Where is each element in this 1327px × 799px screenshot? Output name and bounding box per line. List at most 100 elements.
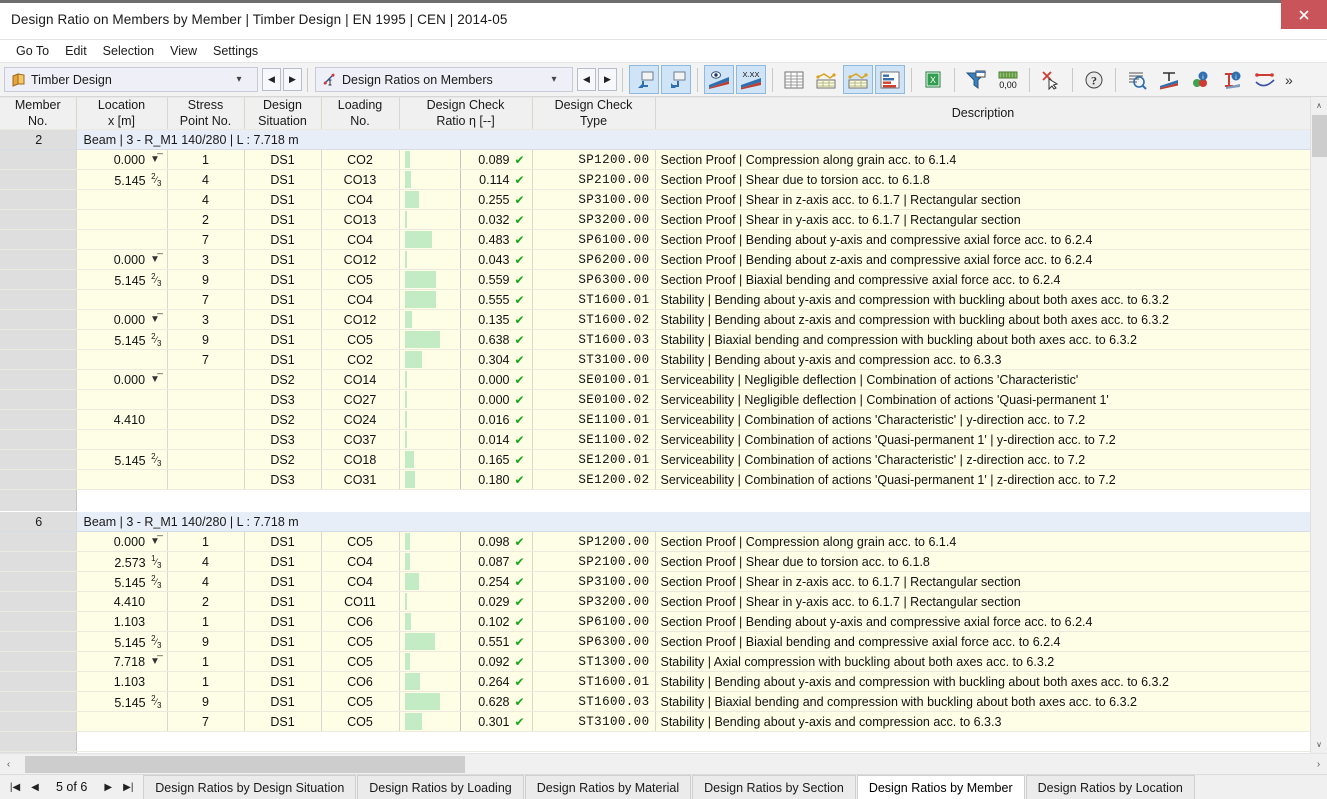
vertical-scroll-track[interactable] [1311,157,1327,736]
deformation-icon[interactable] [1250,65,1280,94]
tab-design-ratios-by-section[interactable]: Design Ratios by Section [692,775,856,799]
table-row[interactable]: 4.410 DS2 CO24 0.016 ✔ SE1100.01 Serviceabili… [0,409,1310,431]
filter-icon[interactable] [961,65,991,94]
table-row[interactable]: 0.000 ▼̅ 1 DS1 CO2 0.089 ✔ SP1200.00 Section Pr… [0,149,1310,171]
toolbar-overflow-button[interactable]: » [1281,72,1297,88]
find-icon[interactable] [1122,65,1152,94]
table-selector-combo[interactable]: Design Ratios on Members ▾ [315,67,573,92]
table-row[interactable]: DS3 CO31 0.180 ✔ SE1200.02 Serviceability | C… [0,469,1310,491]
table-row[interactable]: 7.718 ▼̅ 1 DS1 CO5 0.092 ✔ ST1300.00 Stability … [0,651,1310,673]
show-results-icon[interactable] [704,65,734,94]
table-row[interactable]: 7 DS1 CO2 0.304 ✔ ST3100.00 Stability | Bendin… [0,349,1310,371]
pager-last-button[interactable]: ▶| [119,776,137,798]
vertical-scroll-thumb[interactable] [1311,115,1327,157]
table-row[interactable]: 5.145 2⁄3 9 DS1 CO5 0.638 ✔ ST1600.03 Stability… [0,329,1310,351]
table-row[interactable]: 0.000 ▼̅ 3 DS1 CO12 0.043 ✔ SP6200.00 Section P… [0,249,1310,271]
column-header-design-check-type[interactable]: Design Check Type [532,97,656,131]
stress-point-icon[interactable] [1154,65,1184,94]
tab-design-ratios-by-member[interactable]: Design Ratios by Member [856,775,1025,799]
horizontal-scroll-thumb[interactable] [25,755,465,773]
table-row[interactable]: 0.000 ▼̅ 1 DS1 CO5 0.098 ✔ SP1200.00 Section Pr… [0,531,1310,553]
table-row[interactable]: 5.145 2⁄3 9 DS1 CO5 0.628 ✔ ST1600.03 Stability… [0,691,1310,713]
show-values-icon[interactable]: X.XX [736,65,766,94]
chevron-down-icon[interactable]: ▾ [547,74,561,85]
help-icon[interactable]: ? [1079,65,1109,94]
menu-item-selection[interactable]: Selection [95,42,162,60]
group-header-row[interactable]: 2 Beam | 3 - R_M1 140/280 | L : 7.718 m [0,129,1310,151]
column-header-stress-point-no[interactable]: Stress Point No. [167,97,245,131]
export-excel-icon[interactable]: X [918,65,948,94]
table-row[interactable]: 2 DS1 CO13 0.032 ✔ SP3200.00 Section Proof | S… [0,209,1310,231]
ratio-bar-track [404,632,461,651]
table-row[interactable]: 7 DS1 CO4 0.483 ✔ SP6100.00 Section Proof | Be… [0,229,1310,251]
tab-design-ratios-by-location[interactable]: Design Ratios by Location [1025,775,1195,799]
table-row[interactable]: 5.145 2⁄3 9 DS1 CO5 0.559 ✔ SP6300.00 Section P… [0,269,1310,291]
scroll-down-button[interactable]: ∨ [1310,736,1327,753]
pager-next-button[interactable]: ▶ [99,776,117,798]
menu-item-go-to[interactable]: Go To [8,42,57,60]
table-row[interactable]: 4 DS1 CO4 0.255 ✔ SP3100.00 Section Proof | Sh… [0,189,1310,211]
tab-design-ratios-by-material[interactable]: Design Ratios by Material [524,775,692,799]
module-next-button[interactable]: ▶ [283,68,302,91]
module-selector-combo[interactable]: Timber Design ▾ [4,67,258,92]
table-row[interactable]: DS3 CO37 0.014 ✔ SE1100.02 Serviceability | C… [0,429,1310,451]
table-row[interactable]: 7 DS1 CO4 0.555 ✔ ST1600.01 Stability | Bendin… [0,289,1310,311]
close-window-button[interactable] [1281,0,1327,29]
check-ok-icon: ✔ [514,654,525,669]
table-row[interactable]: 4.410 2 DS1 CO11 0.029 ✔ SP3200.00 Section Pro… [0,591,1310,613]
table-next-button[interactable]: ▶ [598,68,617,91]
table-row-chart-2-icon[interactable] [843,65,873,94]
menu-item-edit[interactable]: Edit [57,42,95,60]
table-row[interactable]: DS3 CO27 0.000 ✔ SE0100.02 Serviceability | N… [0,389,1310,411]
horizontal-scroll-track[interactable] [17,754,1310,775]
design-check-type-cell: SP1200.00 [532,531,656,553]
column-header-member-no[interactable]: Member No. [0,97,77,131]
section-info-icon[interactable]: i [1218,65,1248,94]
table-row[interactable]: 1.103 1 DS1 CO6 0.264 ✔ ST1600.01 Stability | … [0,671,1310,693]
table-row[interactable]: 5.145 2⁄3 DS2 CO18 0.165 ✔ SE1200.01 Serviceab… [0,449,1310,471]
bar-diagram-icon[interactable] [875,65,905,94]
table-row-chart-icon[interactable] [811,65,841,94]
tab-design-ratios-by-loading[interactable]: Design Ratios by Loading [357,775,524,799]
design-check-type-cell: SP3100.00 [532,189,656,211]
table-row[interactable]: 5.145 2⁄3 4 DS1 CO4 0.254 ✔ SP3100.00 Section P… [0,571,1310,593]
column-header-description[interactable]: Description [655,97,1310,131]
table-row[interactable]: 2.573 1⁄3 4 DS1 CO4 0.087 ✔ SP2100.00 Section P… [0,551,1310,573]
description-cell: Stability | Bending about y-axis and com… [655,289,1310,311]
table-row[interactable]: 0.000 ▼̅ 3 DS1 CO12 0.135 ✔ ST1600.02 Stability… [0,309,1310,331]
column-header-design-check-ratio[interactable]: Design Check Ratio η [--] [399,97,533,131]
member-no-cell [0,249,77,271]
chevron-down-icon[interactable]: ▾ [232,74,246,85]
tab-design-ratios-by-design-situation[interactable]: Design Ratios by Design Situation [143,775,357,799]
status-bar: |◀ ◀ 5 of 6 ▶ ▶| Design Ratios by Design… [0,774,1327,799]
empty-cell [532,731,656,753]
table-row[interactable]: 5.145 2⁄3 4 DS1 CO13 0.114 ✔ SP2100.00 Section … [0,169,1310,191]
pager-prev-button[interactable]: ◀ [26,776,44,798]
export-to-previous-icon[interactable] [629,65,659,94]
menu-item-settings[interactable]: Settings [205,42,266,60]
material-info-icon[interactable]: i [1186,65,1216,94]
menu-item-view[interactable]: View [162,42,205,60]
table-prev-button[interactable]: ◀ [577,68,596,91]
module-prev-button[interactable]: ◀ [262,68,281,91]
export-to-next-icon[interactable] [661,65,691,94]
table-row[interactable]: 0.000 ▼̅ DS2 CO14 0.000 ✔ SE0100.01 Serviceabi… [0,369,1310,391]
column-header-location[interactable]: Location x [m] [76,97,168,131]
scroll-right-button[interactable]: › [1310,754,1327,775]
vertical-scrollbar[interactable]: ∧ ∨ [1310,97,1327,753]
design-situation-cell: DS3 [244,469,322,491]
pager-first-button[interactable]: |◀ [6,776,24,798]
decimal-places-icon[interactable]: 0,00 [993,65,1023,94]
table-row[interactable]: 1.103 1 DS1 CO6 0.102 ✔ SP6100.00 Section Proo… [0,611,1310,633]
horizontal-scrollbar[interactable]: ‹ › [0,753,1327,774]
delete-selection-icon[interactable] [1036,65,1066,94]
table-row[interactable]: 5.145 2⁄3 9 DS1 CO5 0.551 ✔ SP6300.00 Section P… [0,631,1310,653]
support-marker-icon: ▼̅ [150,373,160,385]
scroll-left-button[interactable]: ‹ [0,754,17,775]
column-header-design-situation[interactable]: Design Situation [244,97,322,131]
group-header-row[interactable]: 6 Beam | 3 - R_M1 140/280 | L : 7.718 m [0,511,1310,533]
scroll-up-button[interactable]: ∧ [1310,97,1327,114]
table-columns-icon[interactable] [779,65,809,94]
column-header-loading-no[interactable]: Loading No. [321,97,400,131]
table-row[interactable]: 7 DS1 CO5 0.301 ✔ ST3100.00 Stability | Bendin… [0,711,1310,733]
